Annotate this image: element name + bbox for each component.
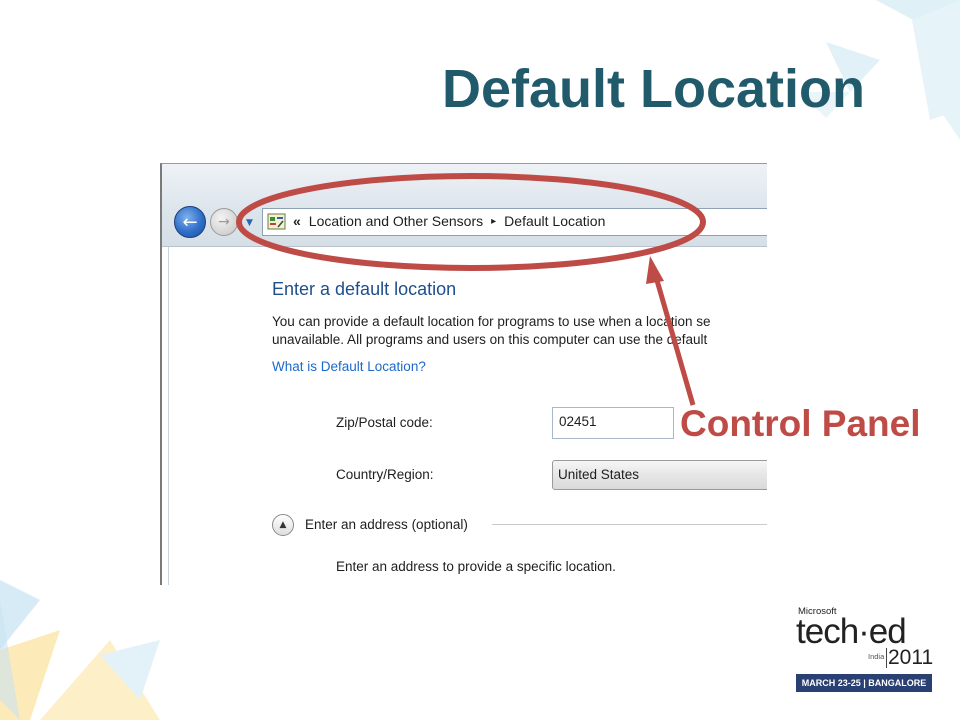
annotation-arrow-head — [646, 256, 664, 284]
annotation-label: Control Panel — [680, 403, 921, 444]
logo-region: India — [868, 652, 885, 661]
teched-logo: Microsoft tech·ed India 2011 MARCH 23-25… — [796, 606, 934, 694]
annotation-arrow-line — [651, 269, 696, 406]
logo-year: 2011 — [888, 646, 934, 669]
annotation-ellipse — [236, 173, 706, 271]
logo-divider — [886, 648, 887, 668]
logo-event-band: MARCH 23-25 | BANGALORE — [796, 674, 932, 692]
